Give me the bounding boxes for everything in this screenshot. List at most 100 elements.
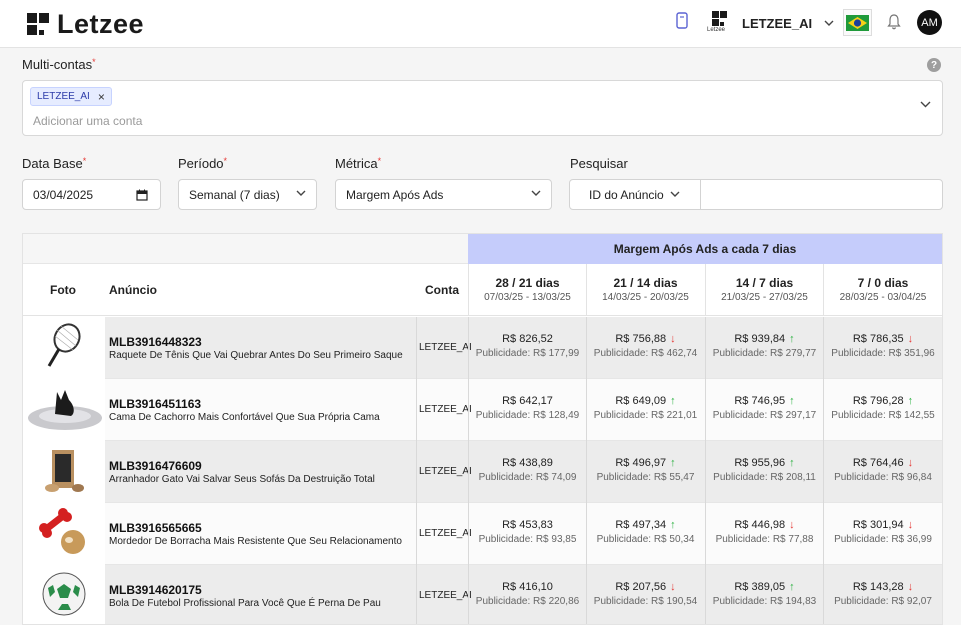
metric-cell: R$ 496,97 ↑ Publicidade: R$ 55,47	[586, 441, 704, 503]
ads-spend: Publicidade: R$ 74,09	[478, 472, 577, 483]
ad-title: Bola De Futebol Profissional Para Você Q…	[109, 598, 381, 609]
metrica-select[interactable]: Margem Após Ads	[335, 179, 552, 210]
ad-id[interactable]: MLB3916565665	[109, 521, 202, 535]
col-anuncio[interactable]: Anúncio	[109, 264, 157, 316]
product-thumbnail[interactable]	[23, 379, 105, 441]
results-table: Margem Após Ads a cada 7 dias Foto Anúnc…	[22, 233, 943, 625]
trend-up-icon: ↑	[670, 395, 676, 407]
ad-id[interactable]: MLB3916476609	[109, 459, 202, 473]
margin-value: R$ 143,28	[852, 581, 904, 593]
ad-id[interactable]: MLB3916448323	[109, 335, 202, 349]
product-thumbnail[interactable]	[23, 503, 105, 565]
table-row[interactable]: MLB3916476609 Arranhador Gato Vai Salvar …	[23, 441, 942, 503]
multi-contas-label: Multi-contas*	[22, 57, 96, 72]
data-base-label-text: Data Base	[22, 156, 83, 171]
ads-spend: Publicidade: R$ 194,83	[712, 596, 817, 607]
account-selector[interactable]: Letzee LETZEE_AI	[707, 11, 834, 35]
table-row[interactable]: MLB3916451163 Cama De Cachorro Mais Confo…	[23, 379, 942, 441]
trend-down-icon: ↓	[907, 457, 914, 469]
trend-down-icon: ↓	[670, 581, 676, 593]
soccer-ball-image	[40, 569, 88, 623]
metric-cell: R$ 796,28 ↑ Publicidade: R$ 142,55	[823, 379, 942, 441]
metric-cell: R$ 389,05 ↑ Publicidade: R$ 194,83	[705, 565, 823, 624]
metric-cell: R$ 939,84 ↑ Publicidade: R$ 279,77	[705, 317, 823, 379]
ads-spend: Publicidade: R$ 77,88	[715, 534, 814, 545]
table-row[interactable]: MLB3916448323 Raquete De Tênis Que Vai Qu…	[23, 317, 942, 379]
metric-cell: R$ 143,28 ↓ Publicidade: R$ 92,07	[823, 565, 942, 624]
col-period-3[interactable]: 14 / 7 dias 21/03/25 - 27/03/25	[705, 264, 823, 316]
ads-spend: Publicidade: R$ 93,85	[478, 534, 577, 545]
period-label: 28 / 21 dias	[495, 276, 560, 290]
product-thumbnail[interactable]	[23, 317, 105, 379]
margin-value: R$ 796,28	[852, 395, 904, 407]
chevron-down-icon[interactable]	[920, 101, 931, 108]
period-range: 07/03/25 - 13/03/25	[484, 292, 571, 303]
margin-value: R$ 416,10	[502, 581, 553, 593]
dog-bone-toy-image	[39, 507, 89, 561]
trend-down-icon: ↓	[907, 581, 914, 593]
product-thumbnail[interactable]	[23, 441, 105, 503]
trend-up-icon: ↑	[670, 457, 676, 469]
data-base-date-input[interactable]: 03/04/2025	[22, 179, 161, 210]
help-icon[interactable]: ?	[927, 58, 941, 72]
col-period-1[interactable]: 28 / 21 dias 07/03/25 - 13/03/25	[468, 264, 586, 316]
metric-cell: R$ 826,52 Publicidade: R$ 177,99	[468, 317, 586, 379]
brazil-flag-icon[interactable]	[843, 9, 872, 36]
trend-down-icon: ↓	[907, 519, 914, 531]
ads-spend: Publicidade: R$ 220,86	[475, 596, 580, 607]
trend-up-icon: ↑	[789, 581, 795, 593]
metric-cell: R$ 416,10 Publicidade: R$ 220,86	[468, 565, 586, 624]
col-conta[interactable]: Conta	[425, 264, 459, 316]
chip-remove-icon[interactable]: ×	[98, 90, 105, 104]
metrica-label: Métrica*	[335, 156, 382, 171]
ads-spend: Publicidade: R$ 92,07	[834, 596, 932, 607]
trend-up-icon: ↑	[670, 519, 676, 531]
ads-spend: Publicidade: R$ 55,47	[596, 472, 695, 483]
metric-cell: R$ 642,17 Publicidade: R$ 128,49	[468, 379, 586, 441]
multi-contas-select[interactable]: LETZEE_AI × Adicionar uma conta	[22, 80, 943, 136]
period-label: 21 / 14 dias	[613, 276, 678, 290]
periodo-value: Semanal (7 dias)	[189, 187, 280, 202]
col-period-2[interactable]: 21 / 14 dias 14/03/25 - 20/03/25	[586, 264, 704, 316]
margin-value: R$ 453,83	[502, 519, 553, 531]
chevron-down-icon	[296, 190, 306, 196]
margin-value: R$ 496,97	[615, 457, 667, 469]
ad-id[interactable]: MLB3916451163	[109, 397, 201, 411]
margin-value: R$ 764,46	[852, 457, 904, 469]
bell-icon[interactable]	[887, 14, 901, 35]
col-foto: Foto	[50, 283, 76, 297]
device-icon[interactable]	[676, 12, 688, 34]
metric-cell: R$ 207,56 ↓ Publicidade: R$ 190,54	[586, 565, 704, 624]
data-base-label: Data Base*	[22, 156, 87, 171]
pesquisar-label: Pesquisar	[570, 156, 628, 171]
search-input[interactable]	[700, 179, 943, 210]
product-thumbnail[interactable]	[23, 565, 105, 624]
account-name: LETZEE_AI	[742, 15, 813, 31]
period-range: 28/03/25 - 03/04/25	[839, 292, 927, 303]
metric-banner: Margem Após Ads a cada 7 dias	[468, 234, 942, 264]
periodo-select[interactable]: Semanal (7 dias)	[178, 179, 317, 210]
metric-cell: R$ 649,09 ↑ Publicidade: R$ 221,01	[586, 379, 704, 441]
table-row[interactable]: MLB3914620175 Bola De Futebol Profissiona…	[23, 565, 942, 624]
col-period-4[interactable]: 7 / 0 dias 28/03/25 - 03/04/25	[823, 264, 942, 316]
data-base-value: 03/04/2025	[33, 187, 94, 202]
trend-up-icon: ↑	[789, 457, 795, 469]
metric-cell: R$ 301,94 ↓ Publicidade: R$ 36,99	[823, 503, 942, 565]
chevron-down-icon	[824, 20, 834, 26]
account-chip-label: LETZEE_AI	[37, 91, 90, 102]
ad-id[interactable]: MLB3914620175	[109, 583, 202, 597]
margin-value: R$ 446,98	[734, 519, 786, 531]
margin-value: R$ 301,94	[852, 519, 904, 531]
trend-up-icon: ↑	[789, 333, 795, 345]
margin-value: R$ 649,09	[615, 395, 667, 407]
brand-logo[interactable]: Letzee	[27, 10, 144, 38]
search-type-select[interactable]: ID do Anúncio	[569, 179, 701, 210]
user-avatar[interactable]: AM	[917, 10, 942, 35]
ads-spend: Publicidade: R$ 142,55	[831, 410, 935, 421]
margin-value: R$ 826,52	[502, 333, 553, 345]
add-account-placeholder[interactable]: Adicionar uma conta	[33, 114, 142, 128]
ads-spend: Publicidade: R$ 96,84	[834, 472, 932, 483]
metric-cell: R$ 453,83 Publicidade: R$ 93,85	[468, 503, 586, 565]
calendar-icon[interactable]	[136, 189, 148, 201]
table-row[interactable]: MLB3916565665 Mordedor De Borracha Mais R…	[23, 503, 942, 565]
